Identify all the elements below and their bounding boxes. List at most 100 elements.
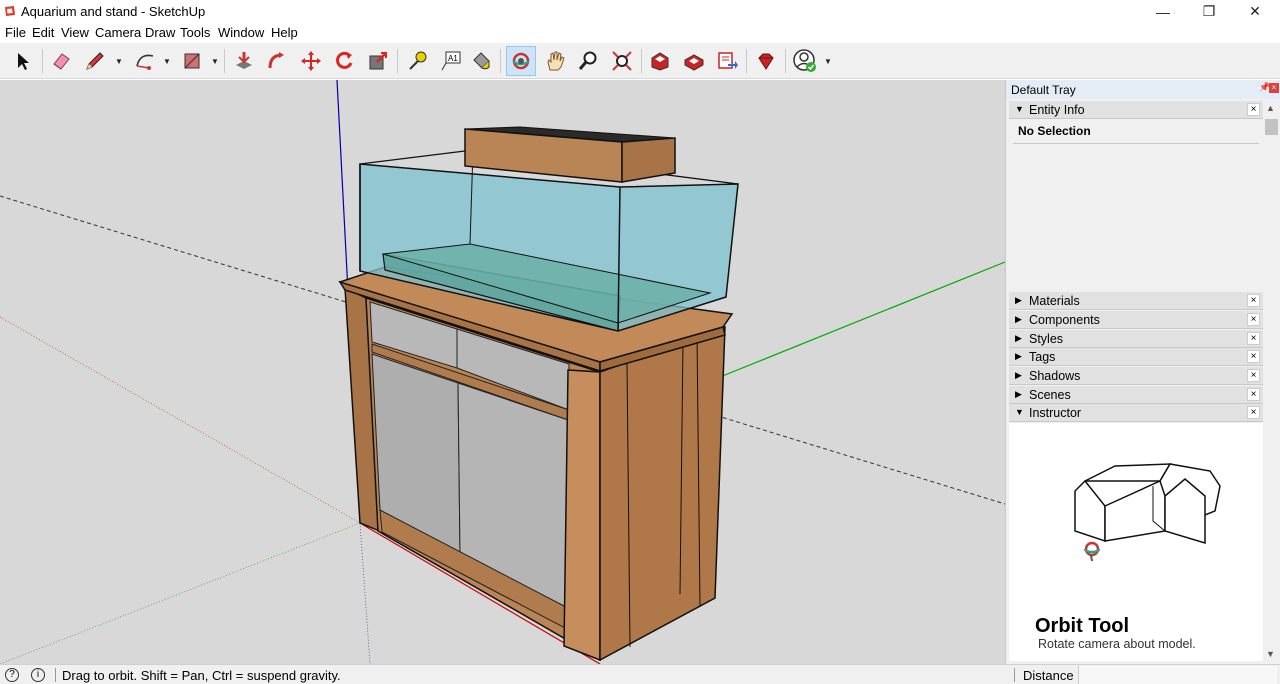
scroll-thumb[interactable]: [1265, 119, 1278, 135]
account-tool-button[interactable]: [790, 46, 820, 76]
panel-close-button[interactable]: ×: [1247, 350, 1260, 363]
panel-label: Styles: [1029, 332, 1064, 346]
credits-info-icon[interactable]: i: [31, 668, 45, 682]
scroll-up-icon[interactable]: ▲: [1266, 103, 1275, 113]
warehouse-tool-button[interactable]: [645, 46, 675, 76]
follow-me-icon: [268, 52, 284, 69]
panel-close-button[interactable]: ×: [1247, 369, 1260, 382]
restore-button[interactable]: ❐: [1186, 0, 1232, 23]
rectangle-tool-button[interactable]: [177, 46, 207, 76]
scroll-down-icon[interactable]: ▼: [1266, 649, 1275, 659]
warehouse-icon: [651, 52, 669, 71]
toolbar-separator: [746, 49, 747, 73]
chevron-down-icon[interactable]: ▼: [211, 57, 219, 66]
menu-camera[interactable]: Camera: [95, 25, 141, 40]
menu-view[interactable]: View: [61, 25, 89, 40]
divider: [1013, 143, 1259, 144]
menu-draw[interactable]: Draw: [145, 25, 175, 40]
ruby-console-tool-button[interactable]: [751, 46, 781, 76]
rotate-tool-button[interactable]: [329, 46, 359, 76]
zoom-extents-icon: [612, 51, 632, 71]
panel-close-button[interactable]: ×: [1247, 388, 1260, 401]
extension-icon: [684, 54, 704, 71]
red-axis-negative: [0, 316, 361, 524]
window-title: Aquarium and stand - SketchUp: [21, 4, 206, 19]
panel-tags[interactable]: ▶ Tags ×: [1009, 348, 1264, 366]
panel-close-button[interactable]: ×: [1247, 313, 1260, 326]
model-viewport[interactable]: [0, 80, 1005, 664]
follow-me-tool-button[interactable]: [262, 46, 292, 76]
menu-file[interactable]: File: [5, 25, 26, 40]
minimize-button[interactable]: —: [1140, 0, 1186, 23]
panel-scenes[interactable]: ▶ Scenes ×: [1009, 386, 1264, 404]
rotate-icon: [336, 51, 353, 69]
orbit-illustration: [1074, 463, 1221, 562]
arc-tool-button[interactable]: [130, 46, 160, 76]
green-axis: [719, 261, 1005, 378]
geo-location-icon[interactable]: ?: [5, 668, 19, 682]
menu-window[interactable]: Window: [218, 25, 264, 40]
pan-tool-button[interactable]: [540, 46, 570, 76]
toolbar-separator: [785, 49, 786, 73]
measurement-input[interactable]: [1078, 666, 1277, 684]
chevron-down-icon[interactable]: ▼: [115, 57, 123, 66]
send-to-layout-tool-button[interactable]: [712, 46, 742, 76]
model-canvas[interactable]: [0, 80, 1005, 664]
aquarium-hood[interactable]: [464, 126, 676, 183]
panel-close-button[interactable]: ×: [1247, 294, 1260, 307]
aquarium-stand[interactable]: [338, 266, 734, 662]
panel-label: Entity Info: [1029, 103, 1085, 117]
tray-close-button[interactable]: ×: [1269, 83, 1279, 93]
menu-help[interactable]: Help: [271, 25, 298, 40]
collapsed-arrow-icon: ▶: [1015, 389, 1022, 399]
panel-styles[interactable]: ▶ Styles ×: [1009, 330, 1264, 348]
move-tool-button[interactable]: [296, 46, 326, 76]
default-tray: Default Tray 📌 × ▼ Entity Info × No Sele…: [1005, 80, 1280, 664]
panel-components[interactable]: ▶ Components ×: [1009, 311, 1264, 329]
panel-close-button[interactable]: ×: [1247, 332, 1260, 345]
tape-measure-tool-button[interactable]: [402, 46, 432, 76]
paint-bucket-tool-button[interactable]: [466, 46, 496, 76]
arc-icon: [136, 54, 154, 70]
sketchup-logo-icon: [5, 6, 15, 16]
collapsed-arrow-icon: ▶: [1015, 370, 1022, 380]
collapsed-arrow-icon: ▶: [1015, 295, 1022, 305]
menu-edit[interactable]: Edit: [32, 25, 54, 40]
panel-close-button[interactable]: ×: [1247, 406, 1260, 419]
panel-shadows[interactable]: ▶ Shadows ×: [1009, 367, 1264, 385]
layout-icon: [718, 52, 738, 69]
toolbar-separator: [397, 49, 398, 73]
scale-tool-button[interactable]: [363, 46, 393, 76]
panel-materials[interactable]: ▶ Materials ×: [1009, 292, 1264, 310]
panel-label: Materials: [1029, 294, 1080, 308]
orbit-tool-button[interactable]: [506, 46, 536, 76]
panel-entity-info[interactable]: ▼ Entity Info ×: [1009, 101, 1264, 119]
text-tool-button[interactable]: A1: [436, 46, 466, 76]
tape-measure-icon: [409, 51, 427, 70]
menu-tools[interactable]: Tools: [180, 25, 210, 40]
panel-label: Tags: [1029, 350, 1056, 364]
selection-status: No Selection: [1018, 124, 1091, 138]
zoom-tool-button[interactable]: [573, 46, 603, 76]
extension-warehouse-tool-button[interactable]: [679, 46, 709, 76]
panel-label: Components: [1029, 313, 1100, 327]
instructor-tool-title: Orbit Tool: [1035, 615, 1130, 637]
status-divider: [1014, 668, 1015, 682]
eraser-icon: [53, 53, 70, 70]
toolbar-separator: [641, 49, 642, 73]
panel-instructor[interactable]: ▼ Instructor ×: [1009, 404, 1264, 422]
eraser-tool-button[interactable]: [46, 46, 76, 76]
select-tool-button[interactable]: [8, 46, 38, 76]
push-pull-tool-button[interactable]: [229, 46, 259, 76]
chevron-down-icon[interactable]: ▼: [163, 57, 171, 66]
chevron-down-icon[interactable]: ▼: [824, 57, 832, 66]
close-button[interactable]: ✕: [1232, 0, 1278, 23]
panel-close-button[interactable]: ×: [1247, 103, 1260, 116]
line-tool-button[interactable]: [80, 46, 110, 76]
scale-icon: [369, 52, 387, 70]
text-icon: A1: [441, 51, 461, 71]
zoom-extents-tool-button[interactable]: [607, 46, 637, 76]
pencil-icon: [86, 52, 104, 70]
status-bar: ? i Drag to orbit. Shift = Pan, Ctrl = s…: [0, 664, 1280, 684]
tray-scrollbar[interactable]: ▲ ▼: [1263, 99, 1280, 664]
